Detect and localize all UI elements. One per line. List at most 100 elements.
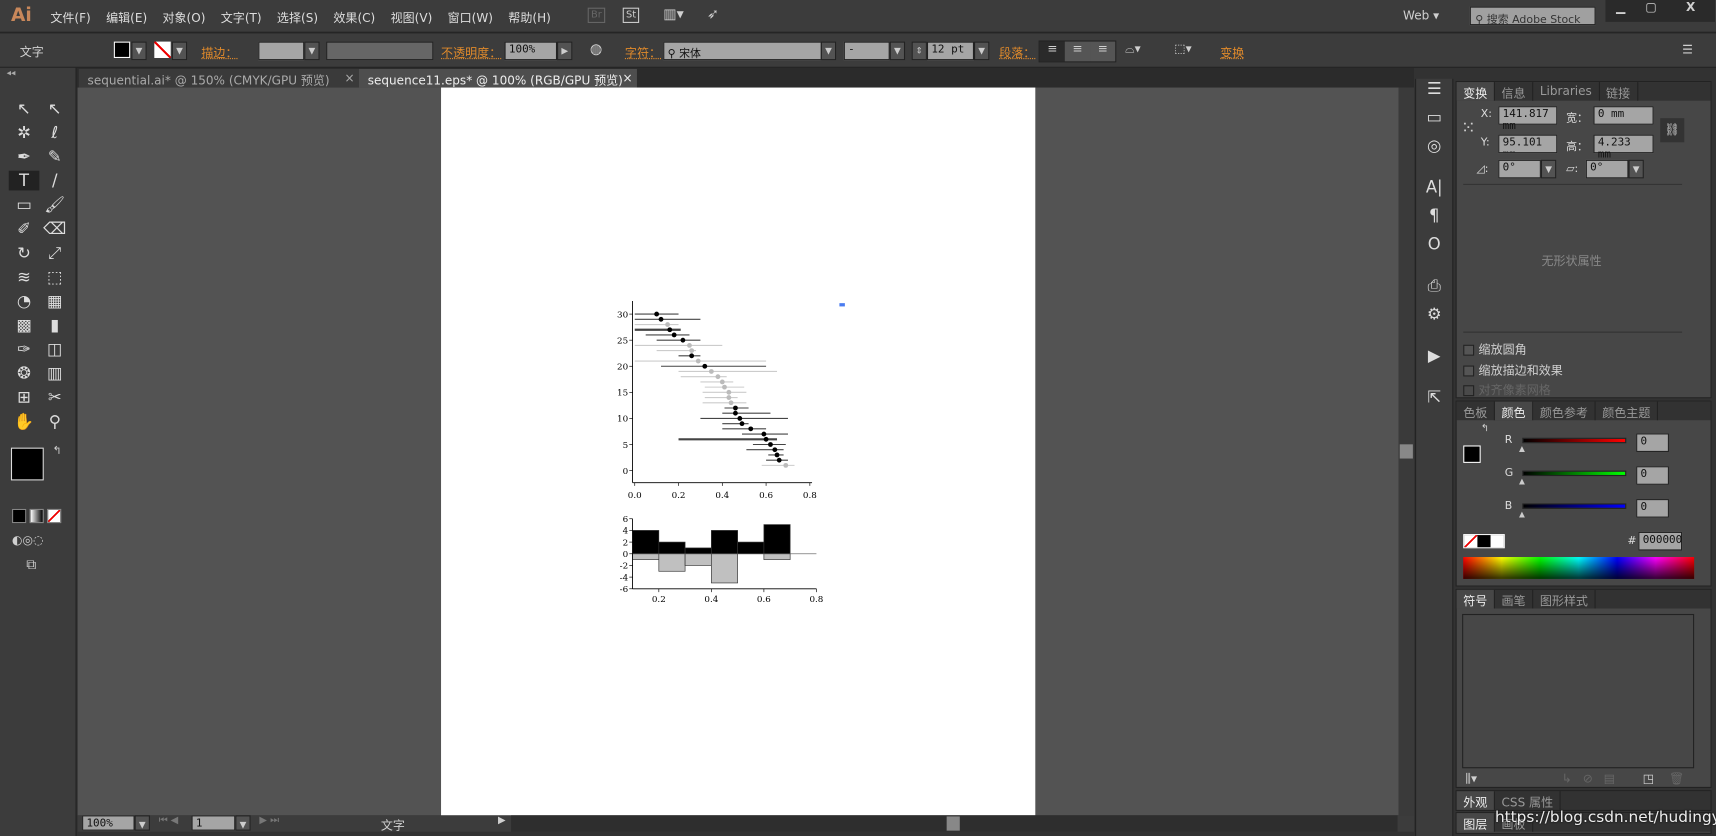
fill-color-swatch[interactable]: [10, 447, 44, 481]
gradient-panel-icon[interactable]: ▭: [1416, 107, 1452, 135]
arrange-documents-icon[interactable]: ▥▾: [663, 7, 684, 23]
panel-tab[interactable]: 图形样式: [1533, 589, 1596, 609]
panel-tab[interactable]: 画笔: [1495, 589, 1534, 609]
shear-dropdown[interactable]: ▼: [1628, 159, 1644, 179]
paragraph-label[interactable]: 段落：: [999, 44, 1035, 62]
eyedropper-tool-icon[interactable]: ✑: [9, 339, 40, 359]
menu-item[interactable]: 文字(T): [221, 9, 262, 27]
menu-item[interactable]: 窗口(W): [448, 9, 493, 27]
new-symbol-icon[interactable]: ◳: [1643, 772, 1654, 786]
rectangle-tool-icon[interactable]: ▭: [9, 195, 40, 215]
curvature-tool-icon[interactable]: ✎: [39, 147, 70, 167]
tab-sequence11[interactable]: sequence11.eps* @ 100% (RGB/GPU 预览) ×: [358, 68, 637, 88]
line-tool-icon[interactable]: /: [39, 171, 70, 191]
panel-tab[interactable]: 颜色参考: [1533, 401, 1596, 421]
scale-tool-icon[interactable]: ⤢: [39, 243, 70, 263]
hand-tool-icon[interactable]: ✋: [9, 411, 40, 431]
character-panel-icon[interactable]: A|: [1416, 177, 1452, 205]
artboard[interactable]: [441, 87, 1036, 816]
swap-colors-icon[interactable]: ↰: [53, 445, 62, 457]
reference-point-icon[interactable]: ⁙: [1461, 117, 1476, 138]
width-tool-icon[interactable]: ≋: [9, 267, 40, 287]
black-swatch[interactable]: [1477, 535, 1491, 548]
character-label[interactable]: 字符：: [625, 44, 661, 62]
settings-panel-icon[interactable]: ⚙: [1416, 304, 1452, 332]
pen-tool-icon[interactable]: ✒: [9, 147, 40, 167]
draw-mode-icon[interactable]: ◐◎◌: [12, 533, 44, 547]
symbols-list[interactable]: [1462, 613, 1695, 769]
menu-panel-icon[interactable]: ☰: [1416, 79, 1452, 107]
opentype-panel-icon[interactable]: O: [1416, 234, 1452, 262]
artboard-tool-icon[interactable]: ⊞: [9, 387, 40, 407]
shaper-tool-icon[interactable]: ✐: [9, 219, 40, 239]
stroke-weight-input[interactable]: [258, 41, 305, 61]
menu-item[interactable]: 对象(O): [162, 9, 205, 27]
artboard-dropdown[interactable]: ▼: [235, 815, 251, 831]
scroll-thumb[interactable]: [1399, 444, 1413, 459]
panel-tab[interactable]: 信息: [1495, 82, 1534, 101]
selection-tool-icon[interactable]: ↖: [9, 98, 40, 118]
scale-strokes-option[interactable]: 缩放描边和效果: [1463, 361, 1563, 379]
zoom-tool-icon[interactable]: ⚲: [39, 411, 70, 431]
mesh-tool-icon[interactable]: ▩: [9, 315, 40, 335]
close-button[interactable]: X: [1666, 0, 1715, 22]
checkbox[interactable]: [1463, 365, 1475, 377]
none-swatch[interactable]: [1464, 535, 1478, 548]
menu-item[interactable]: 编辑(E): [106, 9, 147, 27]
rocket-icon[interactable]: ➶: [707, 7, 719, 23]
maximize-button[interactable]: ▢: [1636, 0, 1666, 22]
slider-thumb[interactable]: ▲: [1519, 477, 1525, 486]
magic-wand-tool-icon[interactable]: ✲: [9, 123, 40, 143]
column-graph-tool-icon[interactable]: ▥: [39, 363, 70, 383]
panel-tab[interactable]: 外观: [1456, 791, 1495, 810]
control-menu-icon[interactable]: ☰: [1682, 43, 1693, 57]
blend-tool-icon[interactable]: ◫: [39, 339, 70, 359]
rotate-dropdown[interactable]: ▼: [1540, 159, 1557, 179]
image-trace-panel-icon[interactable]: ⎙: [1416, 276, 1452, 304]
paragraph-panel-icon[interactable]: ¶: [1416, 206, 1452, 234]
zoom-dropdown[interactable]: ▼: [134, 815, 150, 831]
first-artboard-icon[interactable]: ⏮ ◀: [159, 815, 179, 826]
close-tab-icon[interactable]: ×: [344, 71, 354, 85]
align-left-icon[interactable]: ≡: [1039, 41, 1065, 62]
scale-corners-option[interactable]: 缩放圆角: [1463, 340, 1527, 358]
panel-tab[interactable]: 符号: [1456, 589, 1495, 609]
horizontal-scrollbar[interactable]: [511, 815, 1398, 832]
menu-item[interactable]: 选择(S): [277, 9, 318, 27]
stock-search-input[interactable]: ⚲ 搜索 Adobe Stock: [1469, 6, 1596, 26]
export-panel-icon[interactable]: ⇱: [1416, 387, 1452, 415]
panel-tab[interactable]: CSS 属性: [1495, 791, 1561, 810]
shear-input[interactable]: 0°: [1585, 159, 1629, 179]
font-size-stepper[interactable]: ⇕: [911, 41, 927, 61]
opacity-arrow[interactable]: ▶: [557, 41, 573, 61]
font-family-dropdown[interactable]: ▼: [820, 41, 837, 61]
paintbrush-tool-icon[interactable]: 🖌: [39, 195, 70, 215]
stock-button[interactable]: St: [622, 7, 640, 23]
x-input[interactable]: 141.817 mm: [1498, 106, 1558, 132]
menu-item[interactable]: 帮助(H): [508, 9, 551, 27]
vertical-scrollbar[interactable]: [1398, 87, 1414, 816]
opacity-label[interactable]: 不透明度：: [441, 44, 501, 62]
font-style-dropdown[interactable]: ▼: [889, 41, 906, 61]
symbol-sprayer-tool-icon[interactable]: ❂: [9, 363, 40, 383]
hscroll-thumb[interactable]: [946, 816, 960, 831]
delete-icon[interactable]: 🗑: [1669, 772, 1684, 786]
font-size-input[interactable]: 12 pt: [926, 41, 975, 61]
fill-dropdown[interactable]: ▼: [131, 41, 147, 61]
stroke-dropdown[interactable]: ▼: [171, 41, 188, 61]
g-input[interactable]: 0: [1636, 466, 1669, 485]
free-transform-tool-icon[interactable]: ⬚: [39, 267, 70, 287]
lasso-tool-icon[interactable]: ℓ: [39, 123, 70, 143]
eraser-tool-icon[interactable]: ⌫: [39, 219, 70, 239]
height-input[interactable]: 4.233 mm: [1593, 134, 1654, 161]
menu-item[interactable]: 视图(V): [391, 9, 433, 27]
width-input[interactable]: 0 mm: [1593, 106, 1654, 125]
constrain-link-icon[interactable]: ⛓: [1660, 118, 1685, 143]
variable-width-dropdown[interactable]: [326, 41, 434, 61]
checkbox[interactable]: [1463, 344, 1475, 356]
actions-panel-icon[interactable]: ▶: [1416, 346, 1452, 374]
panel-tab[interactable]: 颜色主题: [1596, 401, 1659, 421]
fill-color-swatch[interactable]: [1463, 445, 1481, 463]
gradient-mode-icon[interactable]: [29, 508, 44, 524]
panel-tab[interactable]: 颜色: [1494, 401, 1534, 421]
